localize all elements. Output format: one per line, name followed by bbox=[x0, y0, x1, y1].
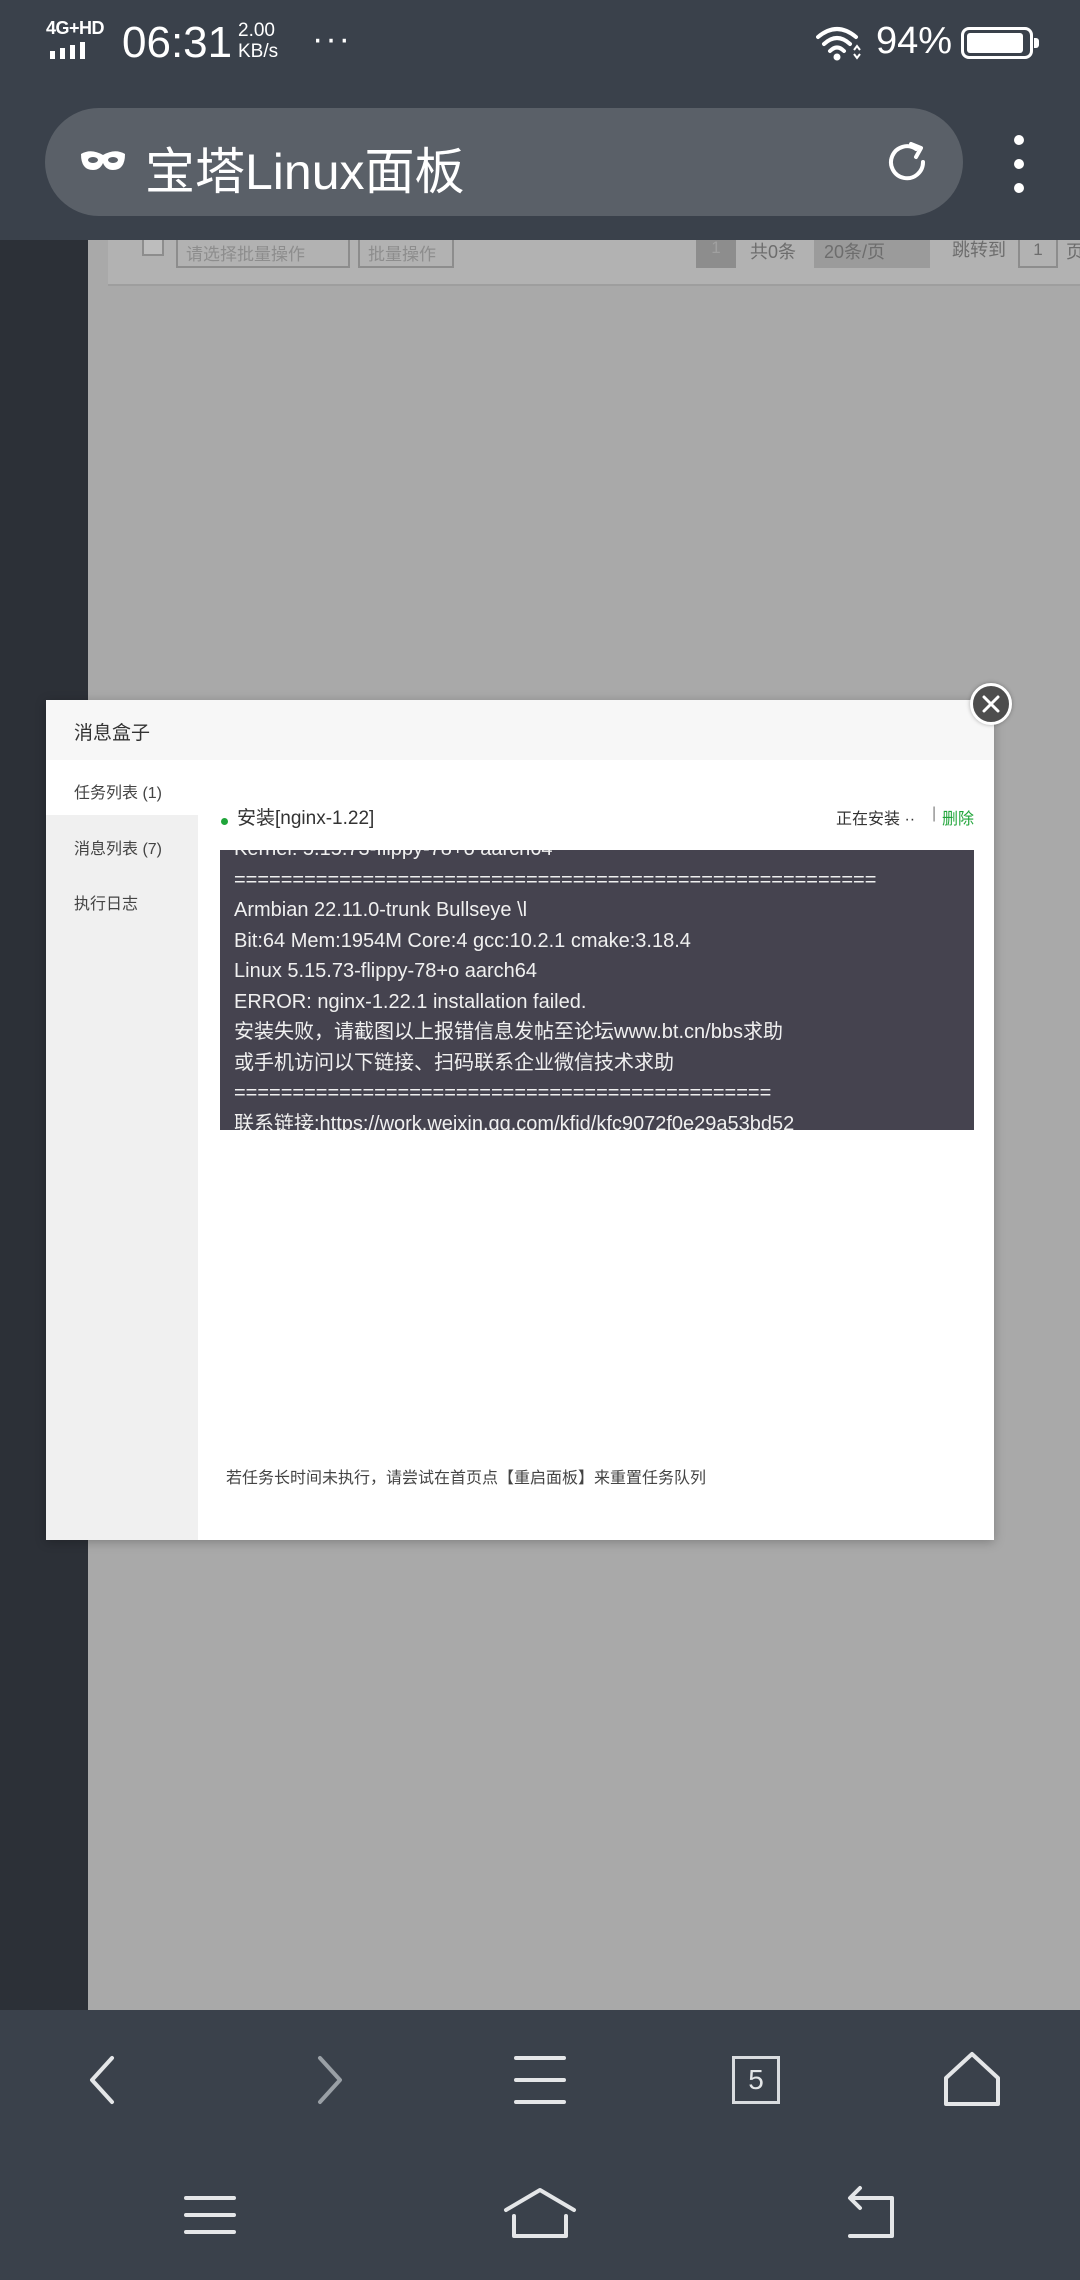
dialog-header: 消息盒子 bbox=[46, 700, 994, 760]
task-name: 安装[nginx-1.22] bbox=[237, 808, 375, 829]
task-panel: 安装[nginx-1.22] 正在安装 ·· | 删除 Kernel: 5.15… bbox=[198, 760, 994, 1540]
status-bar: 4G+HD 06:31 2.00 KB/s ··· 94% bbox=[0, 0, 1080, 86]
menu-icon[interactable] bbox=[502, 2042, 578, 2118]
close-icon bbox=[982, 695, 1000, 713]
log-line: Linux 5.15.73-flippy-78+o aarch64 bbox=[234, 960, 537, 982]
task-tip: 若任务长时间未执行，请尝试在首页点【重启面板】来重置任务队列 bbox=[226, 1470, 707, 1487]
dialog-tabs: 任务列表 (1) 消息列表 (7) 执行日志 bbox=[46, 760, 198, 1540]
install-log-console[interactable]: Kernel: 5.15.73-flippy-78+o aarch64 =====… bbox=[220, 850, 974, 1130]
signal-icon: 4G+HD bbox=[46, 18, 110, 62]
batch-button[interactable]: 批量操作 bbox=[358, 240, 454, 268]
page-unit-label: 页 bbox=[1066, 242, 1080, 262]
notification-more-icon: ··· bbox=[312, 20, 352, 58]
forward-icon[interactable] bbox=[290, 2042, 366, 2118]
network-speed: 2.00 KB/s bbox=[238, 20, 279, 62]
system-nav-bar bbox=[0, 2150, 1080, 2280]
batch-select[interactable]: 请选择批量操作 bbox=[176, 240, 350, 268]
tab-execution-log[interactable]: 执行日志 bbox=[46, 871, 198, 926]
log-line: 安装失败，请截图以上报错信息发帖至论坛www.bt.cn/bbs求助 bbox=[234, 1021, 783, 1043]
recents-icon[interactable] bbox=[170, 2180, 250, 2250]
log-line: Armbian 22.11.0-trunk Bullseye \l bbox=[234, 899, 528, 921]
back-icon[interactable] bbox=[66, 2042, 142, 2118]
dialog-title: 消息盒子 bbox=[74, 723, 151, 744]
battery-percent: 94% bbox=[876, 20, 953, 62]
pagination-current[interactable]: 1 bbox=[696, 240, 736, 268]
more-vertical-icon[interactable] bbox=[1005, 134, 1033, 194]
browser-bottom-bar: 5 bbox=[0, 2010, 1080, 2150]
reload-icon[interactable] bbox=[883, 138, 931, 186]
task-separator: | bbox=[932, 805, 937, 822]
delete-task-link[interactable]: 删除 bbox=[942, 805, 974, 829]
log-line: 或手机访问以下链接、扫码联系企业微信技术求助 bbox=[234, 1051, 674, 1074]
log-line: 联系链接:https://work.weixin.qq.com/kfid/kfc… bbox=[234, 1112, 795, 1131]
per-page-select[interactable]: 20条/页 bbox=[814, 240, 930, 268]
select-all-checkbox[interactable] bbox=[142, 240, 164, 256]
log-line: Kernel: 5.15.73-flippy-78+o aarch64 bbox=[234, 850, 876, 865]
tab-count: 5 bbox=[732, 2056, 780, 2104]
task-status: 正在安装 ·· bbox=[836, 811, 916, 828]
table-footer-toolbar: 请选择批量操作 批量操作 1 共0条 20条/页 跳转到 1 页 bbox=[108, 240, 1080, 286]
log-output: Kernel: 5.15.73-flippy-78+o aarch64 =====… bbox=[234, 850, 876, 1130]
browser-address-bar: 宝塔Linux面板 bbox=[0, 86, 1080, 240]
log-line: ERROR: nginx-1.22.1 installation failed. bbox=[234, 990, 587, 1013]
dialog-close-button[interactable] bbox=[970, 683, 1012, 725]
page-title: 宝塔Linux面板 bbox=[145, 144, 465, 200]
url-field[interactable]: 宝塔Linux面板 bbox=[45, 108, 963, 216]
tabs-icon[interactable]: 5 bbox=[718, 2042, 794, 2118]
page-viewport: 请选择批量操作 批量操作 1 共0条 20条/页 跳转到 1 页 消息盒子 任务… bbox=[0, 240, 1080, 2010]
pagination-total: 共0条 bbox=[750, 242, 797, 262]
jump-input[interactable]: 1 bbox=[1018, 240, 1058, 268]
incognito-mask-icon bbox=[81, 151, 125, 170]
clock: 06:31 bbox=[122, 18, 233, 67]
battery-icon bbox=[961, 27, 1039, 59]
jump-label: 跳转到 bbox=[952, 240, 1006, 260]
home-icon[interactable] bbox=[934, 2042, 1010, 2118]
log-line: Bit:64 Mem:1954M Core:4 gcc:10.2.1 cmake… bbox=[234, 929, 691, 952]
tab-task-list[interactable]: 任务列表 (1) bbox=[46, 760, 198, 815]
task-status-dot bbox=[221, 818, 228, 825]
log-line: ========================================… bbox=[234, 868, 877, 891]
home-icon[interactable] bbox=[500, 2180, 580, 2250]
wifi-icon bbox=[816, 27, 861, 61]
message-box-dialog: 消息盒子 任务列表 (1) 消息列表 (7) 执行日志 安装[nginx-1.2… bbox=[46, 700, 994, 1540]
tab-message-list[interactable]: 消息列表 (7) bbox=[46, 816, 198, 871]
back-icon[interactable] bbox=[830, 2180, 910, 2250]
log-line: ========================================… bbox=[234, 1082, 772, 1104]
network-type: 4G+HD bbox=[46, 18, 105, 38]
